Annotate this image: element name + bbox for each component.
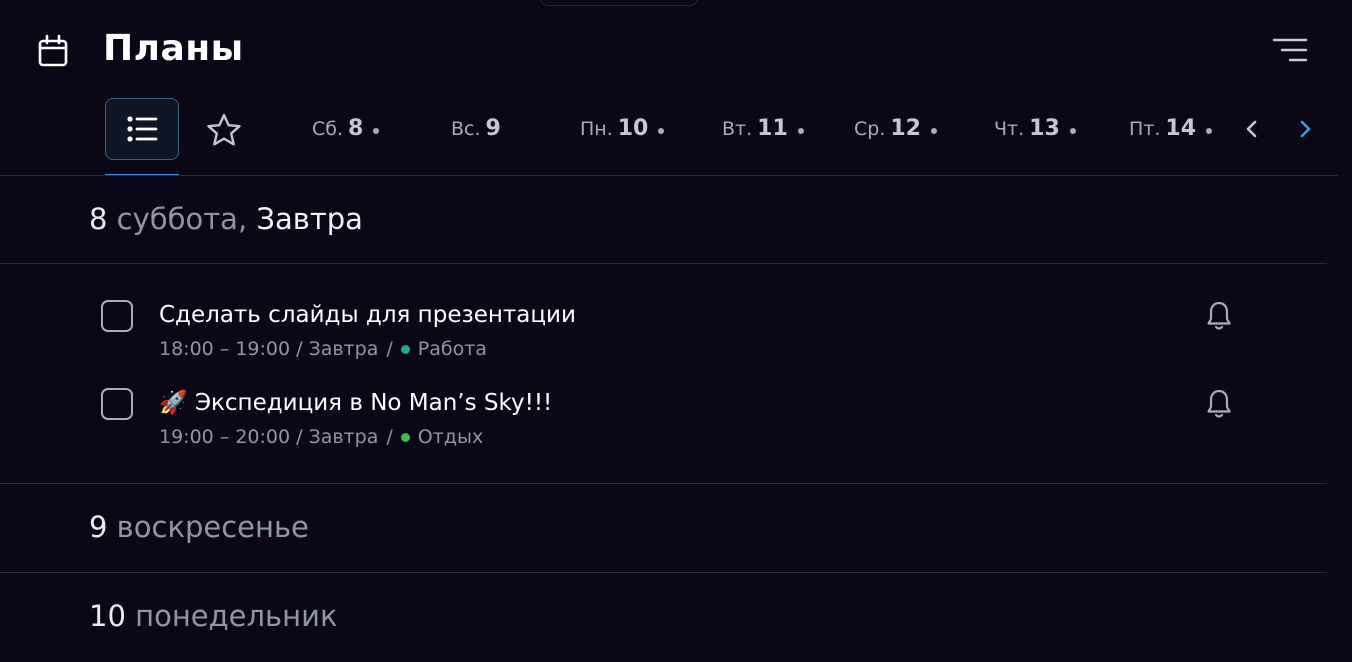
category-dot [400, 432, 410, 442]
tab-day-dot [1069, 128, 1076, 134]
tab-day-9[interactable]: Вс. 9 [451, 116, 501, 146]
tab-day-number: 8 [348, 116, 364, 141]
tab-list-view[interactable] [105, 98, 179, 160]
tab-day-number: 14 [1165, 116, 1197, 141]
tab-day-dot [658, 128, 665, 134]
tab-day-name: Вт. [722, 118, 753, 140]
tab-day-dot [1206, 128, 1213, 134]
task-checkbox[interactable] [101, 388, 133, 420]
day-header-10: 10 понедельник [89, 599, 337, 635]
day-weekday: суббота, [116, 202, 248, 236]
bell-icon[interactable] [1205, 300, 1233, 332]
tab-day-number: 9 [485, 116, 501, 141]
tab-day-name: Чт. [994, 118, 1025, 140]
tab-day-10[interactable]: Пн. 10 [580, 116, 665, 146]
star-icon [207, 113, 241, 146]
tab-day-name: Сб. [312, 118, 344, 140]
tab-day-12[interactable]: Ср. 12 [854, 116, 937, 146]
divider [0, 572, 1327, 573]
filter-sort-icon[interactable] [1268, 34, 1310, 66]
day-relative: Завтра [256, 202, 363, 236]
divider [0, 483, 1327, 484]
day-weekday: понедельник [135, 599, 338, 633]
task-title[interactable]: Сделать слайды для презентации [159, 300, 576, 330]
tab-day-number: 13 [1029, 116, 1060, 141]
list-icon [127, 116, 158, 142]
tab-day-14[interactable]: Пт. 14 [1129, 116, 1213, 146]
tab-day-dot [797, 128, 804, 134]
tab-day-11[interactable]: Вт. 11 [722, 116, 804, 146]
day-number: 10 [89, 599, 126, 633]
tab-day-name: Ср. [854, 118, 886, 140]
day-weekday: воскресенье [116, 510, 309, 544]
tab-day-name: Пт. [1129, 118, 1161, 140]
tab-favorites[interactable] [204, 110, 244, 150]
task-meta-separator: / [386, 426, 393, 448]
tab-day-number: 10 [617, 116, 649, 141]
tab-day-8[interactable]: Сб. 8 [312, 116, 380, 146]
task-time: 19:00 – 20:00 / Завтра [159, 426, 379, 448]
task-meta: 18:00 – 19:00 / Завтра / Работа [159, 338, 487, 360]
task-title[interactable]: 🚀 Экспедиция в No Man’s Sky!!! [159, 388, 552, 418]
tab-day-number: 11 [757, 116, 788, 141]
divider [0, 175, 1338, 176]
bell-icon[interactable] [1205, 388, 1233, 420]
task-item[interactable]: Сделать слайды для презентации 18:00 – 1… [0, 300, 1327, 380]
task-item[interactable]: 🚀 Экспедиция в No Man’s Sky!!! 19:00 – 2… [0, 388, 1327, 468]
tab-day-name: Вс. [451, 118, 481, 140]
tab-day-dot [373, 128, 380, 134]
task-checkbox[interactable] [101, 300, 133, 332]
day-header-8: 8 суббота, Завтра [89, 202, 363, 238]
tab-day-13[interactable]: Чт. 13 [994, 116, 1076, 146]
header: Планы [0, 0, 1352, 100]
day-number: 8 [89, 202, 108, 236]
chevron-left-icon[interactable] [1240, 116, 1264, 142]
category-dot [400, 344, 410, 354]
calendar-icon [38, 34, 68, 67]
day-header-9: 9 воскресенье [89, 510, 309, 546]
task-meta-separator: / [386, 338, 393, 360]
tab-day-dot [931, 128, 937, 134]
task-category: Работа [417, 338, 487, 360]
tab-day-name: Пн. [580, 118, 613, 140]
chevron-right-icon[interactable] [1293, 116, 1317, 142]
task-meta: 19:00 – 20:00 / Завтра / Отдых [159, 426, 483, 448]
page-title: Планы [103, 28, 244, 69]
divider [0, 263, 1327, 264]
task-category: Отдых [417, 426, 484, 448]
day-tabs-bar: Сб. 8 Вс. 9 Пн. 10 Вт. 11 Ср. 12 Чт. 13 … [0, 96, 1352, 176]
task-time: 18:00 – 19:00 / Завтра [159, 338, 379, 360]
day-number: 9 [89, 510, 108, 544]
tab-day-number: 12 [890, 116, 921, 141]
